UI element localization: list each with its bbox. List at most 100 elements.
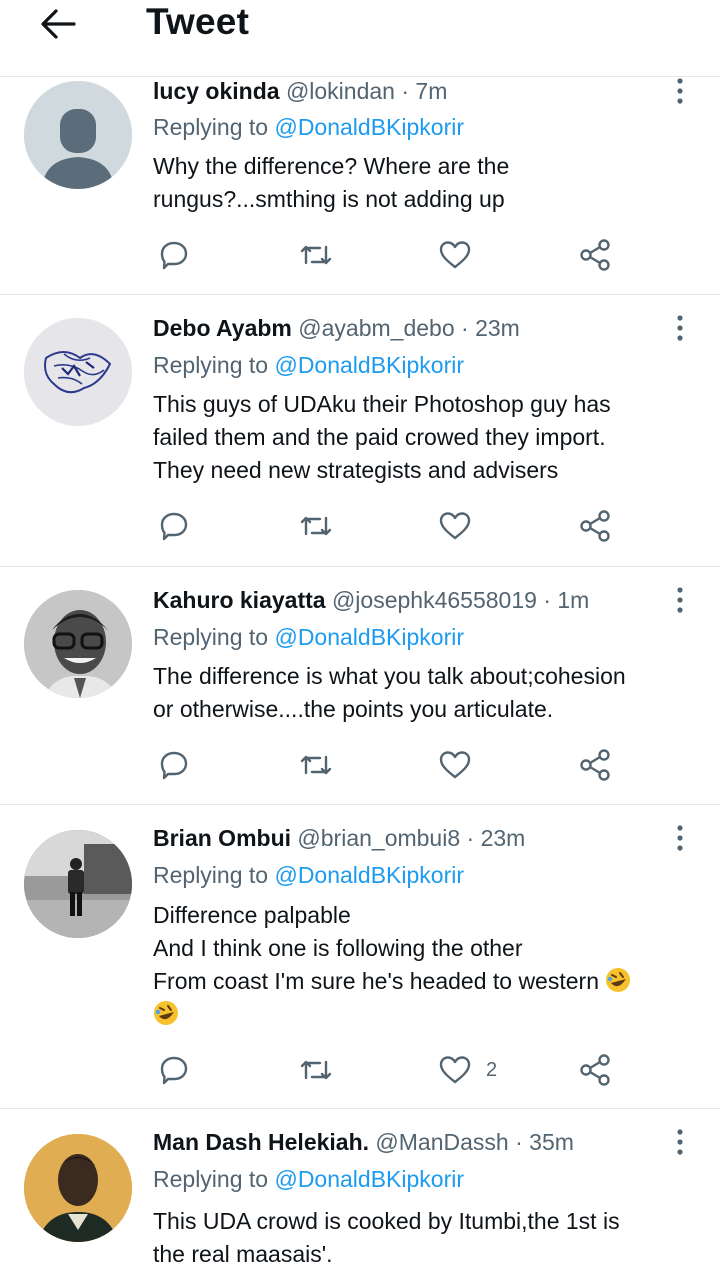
retweet-button[interactable] — [298, 506, 334, 546]
share-button[interactable] — [578, 235, 612, 275]
tweet-text-line: Why the difference? Where are the — [153, 153, 510, 179]
more-vertical-icon — [677, 1129, 683, 1155]
tweet-text-line: The difference is what you talk about;co… — [153, 663, 626, 689]
mention-link[interactable]: @DonaldBKipkorir — [274, 624, 464, 650]
display-name[interactable]: Brian Ombui — [153, 825, 291, 851]
like-button[interactable] — [438, 745, 472, 785]
back-button[interactable] — [36, 6, 80, 42]
separator-dot: · — [515, 1129, 523, 1155]
replying-to-line: Replying to @DonaldBKipkorir — [153, 623, 464, 651]
more-vertical-icon — [677, 78, 683, 104]
tweet-header: lucy okinda @lokindan · 7m — [153, 77, 447, 105]
share-button[interactable] — [578, 506, 612, 546]
reply-tweet[interactable]: lucy okinda @lokindan · 7m Replying to @… — [0, 77, 720, 295]
reply-icon — [160, 751, 188, 780]
tweet-text: This guys of UDAku their Photoshop guy h… — [153, 388, 698, 487]
top-bar: Tweet — [0, 0, 720, 77]
profile-photo-image — [24, 1134, 132, 1242]
more-options-button[interactable] — [668, 312, 692, 344]
replying-to-label: Replying to — [153, 862, 269, 888]
like-button[interactable]: 2 — [438, 1050, 497, 1090]
separator-dot: · — [401, 78, 410, 104]
tweet-text-line: This guys of UDAku their Photoshop guy h… — [153, 391, 611, 417]
heart-icon — [439, 751, 471, 779]
timestamp[interactable]: 7m — [415, 78, 447, 104]
mention-link[interactable]: @DonaldBKipkorir — [274, 352, 464, 378]
more-options-button[interactable] — [668, 1126, 692, 1158]
reply-tweet[interactable]: Brian Ombui @brian_ombui8 · 23m Replying… — [0, 805, 720, 1109]
avatar[interactable] — [24, 318, 132, 426]
heart-icon — [439, 241, 471, 269]
reply-button[interactable] — [158, 506, 190, 546]
avatar[interactable] — [24, 1134, 132, 1242]
retweet-icon — [300, 245, 332, 265]
avatar[interactable] — [24, 830, 132, 938]
replying-to-line: Replying to @DonaldBKipkorir — [153, 351, 464, 379]
tweet-text-line: rungus?...smthing is not adding up — [153, 186, 505, 212]
mention-link[interactable]: @DonaldBKipkorir — [274, 862, 464, 888]
mention-link[interactable]: @DonaldBKipkorir — [274, 114, 464, 140]
display-name[interactable]: lucy okinda — [153, 78, 280, 104]
retweet-icon — [300, 755, 332, 775]
more-vertical-icon — [677, 315, 683, 341]
like-button[interactable] — [438, 235, 472, 275]
separator-dot: · — [461, 315, 469, 341]
tweet-text: Difference palpable And I think one is f… — [153, 899, 698, 1031]
mention-link[interactable]: @DonaldBKipkorir — [274, 1166, 464, 1192]
timestamp[interactable]: 23m — [475, 315, 520, 341]
retweet-button[interactable] — [298, 745, 334, 785]
user-handle[interactable]: @lokindan — [286, 78, 395, 104]
more-options-button[interactable] — [668, 584, 692, 616]
timestamp[interactable]: 23m — [481, 825, 526, 851]
replying-to-line: Replying to @DonaldBKipkorir — [153, 113, 464, 141]
reply-tweet[interactable]: Debo Ayabm @ayabm_debo · 23m Replying to… — [0, 295, 720, 567]
display-name[interactable]: Kahuro kiayatta — [153, 587, 326, 613]
display-name[interactable]: Man Dash Helekiah. — [153, 1129, 369, 1155]
reply-icon — [160, 1056, 188, 1085]
arrow-left-icon — [41, 9, 76, 39]
share-button[interactable] — [578, 745, 612, 785]
user-handle[interactable]: @ayabm_debo — [298, 315, 454, 341]
replying-to-label: Replying to — [153, 114, 269, 140]
tweet-text-line: or otherwise....the points you articulat… — [153, 696, 554, 722]
tweet-actions — [0, 506, 720, 546]
profile-photo-image — [24, 830, 132, 938]
default-avatar-icon — [24, 81, 132, 189]
timestamp[interactable]: 1m — [557, 587, 589, 613]
retweet-icon — [300, 1060, 332, 1080]
user-handle[interactable]: @ManDassh — [375, 1129, 508, 1155]
share-button[interactable] — [578, 1050, 612, 1090]
more-vertical-icon — [677, 587, 683, 613]
replying-to-line: Replying to @DonaldBKipkorir — [153, 1165, 464, 1193]
user-handle[interactable]: @josephk46558019 — [332, 587, 537, 613]
display-name[interactable]: Debo Ayabm — [153, 315, 292, 341]
share-icon — [580, 749, 610, 781]
reply-button[interactable] — [158, 1050, 190, 1090]
reply-button[interactable] — [158, 745, 190, 785]
sketch-avatar-image — [24, 318, 132, 426]
avatar[interactable] — [24, 81, 132, 189]
timestamp[interactable]: 35m — [529, 1129, 574, 1155]
tweet-header: Kahuro kiayatta @josephk46558019 · 1m — [153, 586, 589, 614]
like-button[interactable] — [438, 506, 472, 546]
replying-to-line: Replying to @DonaldBKipkorir — [153, 861, 464, 889]
tweet-text: Why the difference? Where are the rungus… — [153, 150, 698, 216]
reply-tweet[interactable]: Kahuro kiayatta @josephk46558019 · 1m Re… — [0, 567, 720, 805]
reply-tweet[interactable]: Man Dash Helekiah. @ManDassh · 35m Reply… — [0, 1109, 720, 1284]
page-title: Tweet — [146, 1, 250, 42]
tweet-text-line: the real maasais'. — [153, 1241, 333, 1267]
reply-button[interactable] — [158, 235, 190, 275]
reply-icon — [160, 512, 188, 541]
retweet-button[interactable] — [298, 1050, 334, 1090]
tweet-actions: 2 — [0, 1050, 720, 1090]
tweet-actions — [0, 745, 720, 785]
rolling-on-floor-laughing-emoji — [606, 968, 631, 992]
more-options-button[interactable] — [668, 822, 692, 854]
retweet-button[interactable] — [298, 235, 334, 275]
more-options-button[interactable] — [668, 75, 692, 107]
heart-icon — [439, 512, 471, 540]
avatar[interactable] — [24, 590, 132, 698]
tweet-text-line — [153, 998, 698, 1031]
tweet-text-line: Difference palpable — [153, 902, 351, 928]
user-handle[interactable]: @brian_ombui8 — [297, 825, 460, 851]
